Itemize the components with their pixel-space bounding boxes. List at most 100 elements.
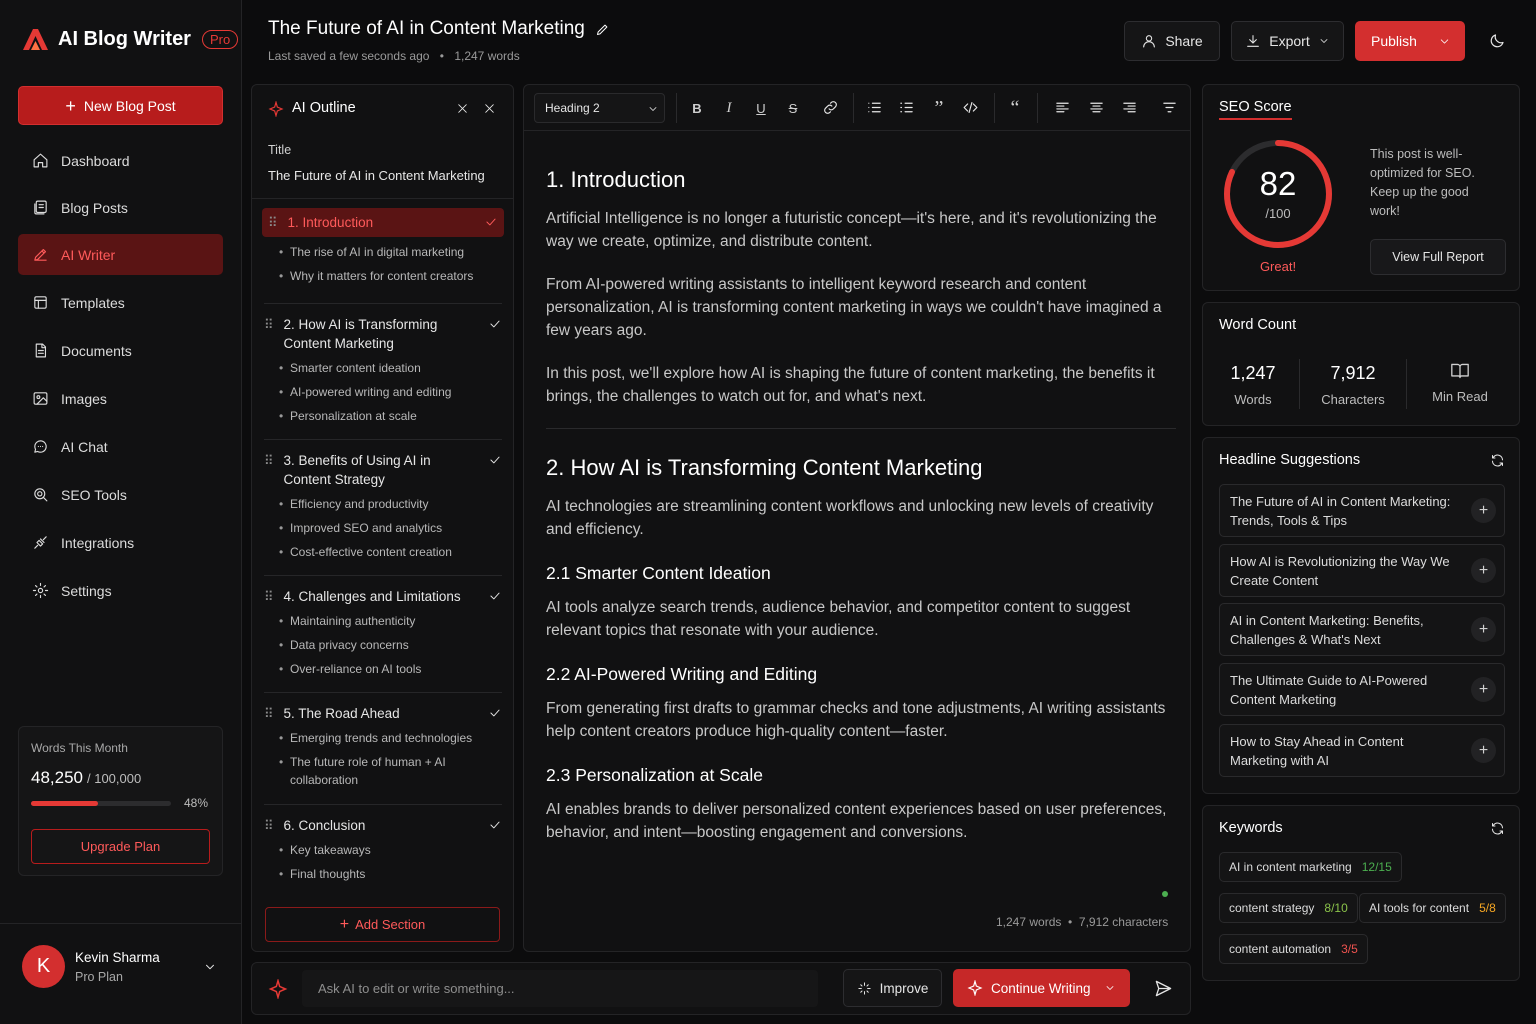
outline-section[interactable]: ⠿ 1. Introduction The rise of AI in digi… [262, 208, 504, 285]
keyword-chip[interactable]: content strategy 8/10 [1219, 893, 1358, 923]
share-button[interactable]: Share [1124, 21, 1220, 61]
add-headline-icon[interactable]: + [1471, 677, 1496, 702]
section-heading-row[interactable]: ⠿ 2. How AI is Transforming Content Mark… [264, 315, 502, 353]
editor-content[interactable]: 1. Introduction Artificial Intelligence … [546, 141, 1176, 864]
sidebar-item-images[interactable]: Images [18, 378, 223, 419]
ask-ai-input[interactable]: Ask AI to edit or write something... [302, 970, 818, 1007]
add-headline-icon[interactable]: + [1471, 498, 1496, 523]
add-section-button[interactable]: + Add Section [265, 907, 500, 942]
content-paragraph[interactable]: Artificial Intelligence is no longer a f… [546, 207, 1176, 253]
outline-section-heading-active[interactable]: ⠿ 1. Introduction [262, 208, 504, 237]
content-paragraph[interactable]: In this post, we'll explore how AI is sh… [546, 362, 1176, 408]
add-headline-icon[interactable]: + [1471, 558, 1496, 583]
headline-suggestion[interactable]: The Future of AI in Content Marketing: T… [1219, 484, 1505, 537]
bullet-list-icon[interactable] [866, 99, 883, 116]
chevron-down-icon[interactable] [1438, 35, 1451, 48]
continue-writing-button[interactable]: Continue Writing [953, 969, 1130, 1007]
chevron-down-icon[interactable] [1104, 982, 1116, 994]
refresh-icon[interactable] [1490, 453, 1505, 468]
content-paragraph[interactable]: From AI-powered writing assistants to in… [546, 273, 1176, 342]
edit-pencil-icon[interactable] [595, 22, 610, 37]
content-subheading[interactable]: 2.3 Personalization at Scale [546, 765, 1176, 786]
outline-section[interactable]: ⠿ 2. How AI is Transforming Content Mark… [264, 315, 502, 425]
document-meta: Last saved a few seconds ago • 1,247 wor… [268, 49, 520, 63]
content-heading[interactable]: 2. How AI is Transforming Content Market… [546, 455, 1176, 481]
sidebar-item-blog-posts[interactable]: Blog Posts [18, 187, 223, 228]
collapse-icon[interactable] [456, 102, 469, 115]
headline-suggestion[interactable]: How to Stay Ahead in Content Marketing w… [1219, 724, 1505, 777]
headline-suggestion[interactable]: AI in Content Marketing: Benefits, Chall… [1219, 603, 1505, 656]
publish-button[interactable]: Publish [1355, 21, 1465, 61]
divider [252, 198, 513, 199]
view-full-report-button[interactable]: View Full Report [1370, 239, 1506, 275]
improve-button[interactable]: Improve [843, 969, 942, 1007]
section-heading-row[interactable]: ⠿ 4. Challenges and Limitations [264, 587, 502, 606]
keyword-chip[interactable]: AI tools for content 5/8 [1359, 893, 1506, 923]
document-title[interactable]: The Future of AI in Content Marketing [268, 18, 610, 40]
keyword-chip[interactable]: AI in content marketing 12/15 [1219, 852, 1402, 882]
blockquote-icon[interactable]: “ [1006, 97, 1024, 119]
send-icon[interactable] [1154, 979, 1173, 998]
content-paragraph[interactable]: AI tools analyze search trends, audience… [546, 596, 1176, 642]
italic-icon[interactable]: I [720, 99, 738, 117]
drag-handle-icon[interactable]: ⠿ [264, 816, 274, 835]
content-subheading[interactable]: 2.2 AI-Powered Writing and Editing [546, 664, 1176, 685]
add-headline-icon[interactable]: + [1471, 738, 1496, 763]
chevron-down-icon[interactable] [203, 960, 217, 974]
keyword-chip[interactable]: content automation 3/5 [1219, 934, 1368, 964]
outline-section[interactable]: ⠿ 4. Challenges and Limitations Maintain… [264, 587, 502, 678]
content-subheading[interactable]: 2.1 Smarter Content Ideation [546, 563, 1176, 584]
numbered-list-icon[interactable] [898, 99, 915, 116]
drag-handle-icon[interactable]: ⠿ [268, 213, 278, 232]
underline-icon[interactable]: U [752, 99, 770, 117]
quote-icon[interactable]: ” [930, 97, 948, 119]
strikethrough-icon[interactable]: S [784, 99, 802, 117]
add-headline-icon[interactable]: + [1471, 617, 1496, 642]
content-paragraph[interactable]: AI enables brands to deliver personalize… [546, 798, 1176, 844]
content-paragraph[interactable]: From generating first drafts to grammar … [546, 697, 1176, 743]
align-right-icon[interactable] [1121, 99, 1138, 116]
new-blog-post-button[interactable]: + New Blog Post [18, 86, 223, 125]
drag-handle-icon[interactable]: ⠿ [264, 315, 274, 334]
align-left-icon[interactable] [1054, 99, 1071, 116]
sidebar-item-ai-chat[interactable]: AI Chat [18, 426, 223, 467]
export-button[interactable]: Export [1231, 21, 1344, 61]
drag-handle-icon[interactable]: ⠿ [264, 704, 274, 723]
outline-section[interactable]: ⠿ 3. Benefits of Using AI in Content Str… [264, 451, 502, 561]
check-icon [490, 320, 500, 328]
sidebar-item-documents[interactable]: Documents [18, 330, 223, 371]
upgrade-plan-button[interactable]: Upgrade Plan [31, 829, 210, 864]
sidebar-item-templates[interactable]: Templates [18, 282, 223, 323]
more-format-icon[interactable] [1161, 99, 1178, 116]
section-heading-row[interactable]: ⠿ 6. Conclusion [264, 816, 502, 835]
sidebar-item-dashboard[interactable]: Dashboard [18, 140, 223, 181]
headline-suggestion[interactable]: The Ultimate Guide to AI-Powered Content… [1219, 663, 1505, 716]
section-heading-row[interactable]: ⠿ 5. The Road Ahead [264, 704, 502, 723]
sidebar: AI Blog Writer Pro + New Blog Post Dashb… [0, 0, 242, 1024]
headline-suggestion[interactable]: How AI is Revolutionizing the Way We Cre… [1219, 544, 1505, 597]
outline-section[interactable]: ⠿ 6. Conclusion Key takeaways Final thou… [264, 816, 502, 883]
code-icon[interactable] [962, 99, 979, 116]
refresh-icon[interactable] [1490, 821, 1505, 836]
sidebar-item-integrations[interactable]: Integrations [18, 522, 223, 563]
app-logo[interactable]: AI Blog Writer Pro [22, 27, 239, 51]
page-title[interactable]: The Future of AI in Content Marketing [268, 18, 585, 40]
align-center-icon[interactable] [1088, 99, 1105, 116]
read-time-label: Min Read [1432, 389, 1488, 404]
content-heading[interactable]: 1. Introduction [546, 167, 1176, 193]
sidebar-item-settings[interactable]: Settings [18, 570, 223, 611]
bold-icon[interactable]: B [688, 99, 706, 117]
moon-icon[interactable] [1488, 32, 1506, 50]
heading-select[interactable]: Heading 2 [534, 93, 665, 123]
link-icon[interactable] [822, 99, 839, 116]
drag-handle-icon[interactable]: ⠿ [264, 587, 274, 606]
drag-handle-icon[interactable]: ⠿ [264, 451, 274, 470]
outline-section[interactable]: ⠿ 5. The Road Ahead Emerging trends and … [264, 704, 502, 789]
section-heading-row[interactable]: ⠿ 3. Benefits of Using AI in Content Str… [264, 451, 502, 489]
outline-title-value[interactable]: The Future of AI in Content Marketing [268, 168, 485, 183]
close-icon[interactable] [483, 102, 496, 115]
sidebar-item-seo-tools[interactable]: SEO Tools [18, 474, 223, 515]
user-profile[interactable]: K Kevin Sharma Pro Plan [0, 923, 241, 1024]
content-paragraph[interactable]: AI technologies are streamlining content… [546, 495, 1176, 541]
sidebar-item-ai-writer[interactable]: AI Writer [18, 234, 223, 275]
